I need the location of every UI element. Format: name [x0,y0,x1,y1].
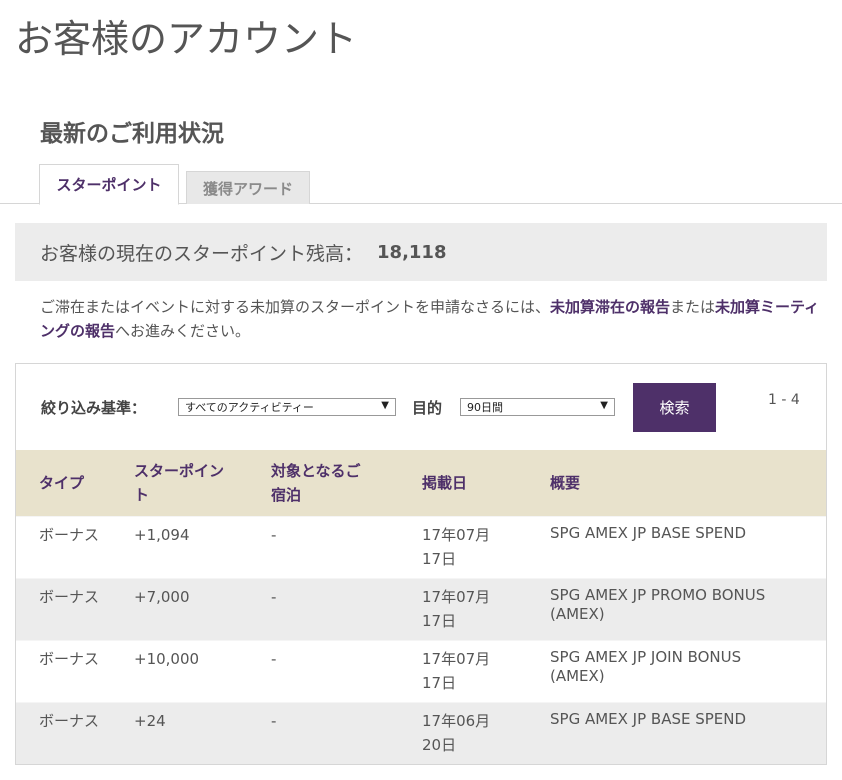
tab-star-points[interactable]: スターポイント [39,164,179,205]
section-title: 最新のご利用状況 [40,121,224,147]
cell-stay: - [271,712,277,730]
activity-select-value: すべてのアクティビティー [185,401,314,414]
cell-points: +24 [134,712,166,730]
cell-points: +7,000 [134,588,190,606]
activity-select[interactable]: すべてのアクティビティー ▼ [178,398,396,416]
cell-stay: - [271,588,277,606]
cell-type: ボーナス [39,588,100,606]
header-type: タイプ [39,474,85,492]
period-select[interactable]: 90日間 ▼ [460,398,615,416]
header-date: 掲載日 [422,474,468,492]
table-row: ボーナス +10,000 - 17年07月17日 SPG AMEX JP JOI… [16,640,826,702]
header-points: スターポイント [134,462,225,504]
cell-date: 17年07月17日 [422,650,491,692]
cell-points: +10,000 [134,650,200,668]
cell-stay: - [271,650,277,668]
note-text-middle: または [670,298,716,316]
table-row: ボーナス +1,094 - 17年07月17日 SPG AMEX JP BASE… [16,516,826,578]
cell-date: 17年07月17日 [422,526,491,568]
activity-table: タイプ スターポイント 対象となるご宿泊 掲載日 概要 ボーナス +1,094 … [15,450,827,765]
cell-date: 17年06月20日 [422,712,491,754]
cell-points: +1,094 [134,526,190,544]
period-label: 目的 [412,399,443,417]
dropdown-arrow-icon: ▼ [381,400,389,411]
cell-type: ボーナス [39,526,100,544]
period-select-value: 90日間 [467,401,503,414]
table-header: タイプ スターポイント 対象となるご宿泊 掲載日 概要 [16,450,826,516]
balance-box: お客様の現在のスターポイント残高： 18,118 [15,223,827,281]
cell-type: ボーナス [39,650,100,668]
header-summary: 概要 [550,474,581,492]
balance-label: お客様の現在のスターポイント残高： [40,242,364,265]
search-button[interactable]: 検索 [633,383,716,432]
filter-panel: 絞り込み基準： すべてのアクティビティー ▼ 目的 90日間 ▼ 検索 1 - … [15,363,827,451]
page-title: お客様のアカウント [15,17,358,61]
balance-value: 18,118 [377,241,447,263]
header-stay: 対象となるご宿泊 [271,462,361,504]
note-text-after: へお進みください。 [115,322,251,340]
tab-awards[interactable]: 獲得アワード [186,171,310,204]
dropdown-arrow-icon: ▼ [600,400,608,411]
cell-summary: SPG AMEX JP BASE SPEND [550,524,747,542]
note-text-before: ご滞在またはイベントに対する未加算のスターポイントを申請なさるには、 [40,298,551,316]
cell-summary: SPG AMEX JP BASE SPEND [550,710,747,728]
result-range: 1 - 4 [768,392,800,408]
cell-summary: SPG AMEX JP JOIN BONUS (AMEX) [550,648,742,685]
tab-bar: スターポイント 獲得アワード [0,164,842,205]
cell-type: ボーナス [39,712,100,730]
cell-date: 17年07月17日 [422,588,491,630]
table-row: ボーナス +24 - 17年06月20日 SPG AMEX JP BASE SP… [16,702,826,764]
filter-label: 絞り込み基準： [41,399,147,417]
table-row: ボーナス +7,000 - 17年07月17日 SPG AMEX JP PROM… [16,578,826,640]
missing-stay-link[interactable]: 未加算滞在の報告 [550,298,670,316]
cell-stay: - [271,526,277,544]
cell-summary: SPG AMEX JP PROMO BONUS (AMEX) [550,586,766,623]
missing-points-note: ご滞在またはイベントに対する未加算のスターポイントを申請なさるには、未加算滞在の… [40,295,830,343]
